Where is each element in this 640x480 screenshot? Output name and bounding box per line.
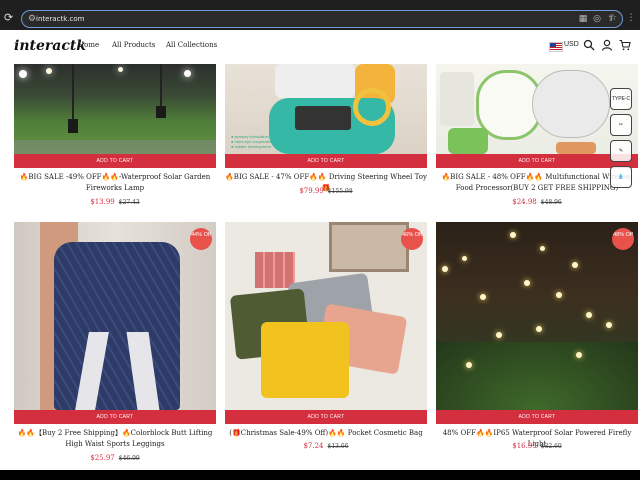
nav-all-products[interactable]: All Products	[112, 41, 155, 49]
search-icon[interactable]	[583, 39, 595, 51]
add-to-cart-button[interactable]: ADD TO CART	[14, 154, 216, 168]
product-prices: $25.97 $46.99	[14, 454, 216, 462]
original-price: $46.99	[118, 455, 140, 462]
site-logo[interactable]: interactk	[14, 38, 86, 54]
original-price: $48.96	[540, 199, 562, 206]
product-card[interactable]: ● sensory stimulation ● hand-eye cooperat…	[225, 64, 427, 214]
product-feature-icons: TYPE-C ✂ ✎ 💧	[610, 88, 632, 192]
page: interactk Home All Products All Collecti…	[0, 30, 640, 470]
menu-icon[interactable]: ⋮	[626, 13, 636, 23]
product-prices: $16.95 $32.60	[436, 442, 638, 450]
sale-price: $24.98	[512, 198, 537, 206]
product-title[interactable]: (🎁Christmas Sale-49% Off)🔥🔥 Pocket Cosme…	[225, 428, 427, 439]
url-text: interactk.com	[36, 15, 85, 23]
nav-home[interactable]: Home	[78, 41, 99, 49]
add-to-cart-button[interactable]: ADD TO CART	[225, 154, 427, 168]
reload-icon[interactable]: ⟳	[4, 12, 16, 24]
discount-badge: 48% Off	[612, 228, 634, 250]
add-to-cart-button[interactable]: ADD TO CART	[436, 410, 638, 424]
product-prices: $79.99 $155.98	[225, 187, 427, 195]
water-drop-icon: 💧	[610, 166, 632, 188]
account-icon[interactable]	[601, 39, 613, 51]
product-card[interactable]: 46% Off ADD TO CART (🎁Christmas Sale-49%…	[225, 222, 427, 470]
original-price: $13.66	[327, 443, 349, 450]
product-card[interactable]: ADD TO CART 🔥BIG SALE - 48% OFF🔥🔥 Multif…	[436, 64, 638, 214]
apps-icon[interactable]: ▦	[578, 14, 588, 24]
product-image[interactable]	[436, 64, 638, 168]
type-c-icon: TYPE-C	[610, 88, 632, 110]
currency-selector[interactable]: USD	[564, 41, 579, 48]
bookmark-star-icon[interactable]: ☆	[608, 13, 618, 23]
product-prices: $24.98 $48.96	[436, 198, 638, 206]
original-price: $155.98	[327, 188, 353, 195]
sale-price: $25.97	[90, 454, 115, 462]
cart-icon[interactable]	[619, 39, 631, 51]
sale-price: $79.99	[299, 187, 324, 195]
discount-badge: 44% Off	[190, 228, 212, 250]
eye-off-icon[interactable]: ◎	[592, 14, 602, 24]
product-title[interactable]: 🔥BIG SALE - 48% OFF🔥🔥 Multifunctional Wi…	[436, 172, 638, 194]
sale-price: $13.99	[90, 198, 115, 206]
us-flag-icon[interactable]	[549, 42, 563, 52]
product-prices: $13.99 $27.43	[14, 198, 216, 206]
add-to-cart-button[interactable]: ADD TO CART	[14, 410, 216, 424]
product-image[interactable]: ● sensory stimulation ● hand-eye cooperat…	[225, 64, 427, 168]
product-image[interactable]	[436, 222, 638, 410]
tool-icon: ✂	[610, 114, 632, 136]
screen-letterbox	[0, 470, 640, 480]
sale-price: $16.95	[512, 442, 537, 450]
product-card[interactable]: 44% Off ADD TO CART 🔥🔥【Buy 2 Free Shippi…	[14, 222, 216, 470]
discount-badge: 46% Off	[401, 228, 423, 250]
product-image[interactable]	[225, 222, 427, 410]
sale-price: $7.24	[303, 442, 324, 450]
browser-chrome: ⟳ ⚙ interactk.com ▦ ◎ ⇧ ☆ ⋮	[0, 0, 640, 30]
site-header: interactk Home All Products All Collecti…	[0, 30, 640, 64]
address-bar[interactable]: ⚙ interactk.com ▦ ◎ ⇧	[21, 10, 623, 28]
original-price: $27.43	[118, 199, 140, 206]
add-to-cart-button[interactable]: ADD TO CART	[225, 410, 427, 424]
product-title[interactable]: 🔥🔥【Buy 2 Free Shipping】🔥Colorblock Butt …	[14, 428, 216, 450]
product-image[interactable]	[14, 222, 216, 410]
nav-all-collections[interactable]: All Collections	[166, 41, 217, 49]
tool-icon: ✎	[610, 140, 632, 162]
product-image[interactable]	[14, 64, 216, 168]
product-title[interactable]: 🔥BIG SALE -49% OFF🔥🔥-Waterproof Solar Ga…	[14, 172, 216, 194]
product-card[interactable]: ADD TO CART 🔥BIG SALE -49% OFF🔥🔥-Waterpr…	[14, 64, 216, 214]
product-card[interactable]: 48% Off ADD TO CART 48% OFF🔥🔥IP65 Waterp…	[436, 222, 638, 470]
product-prices: $7.24 $13.66	[225, 442, 427, 450]
original-price: $32.60	[540, 443, 562, 450]
add-to-cart-button[interactable]: ADD TO CART	[436, 154, 638, 168]
